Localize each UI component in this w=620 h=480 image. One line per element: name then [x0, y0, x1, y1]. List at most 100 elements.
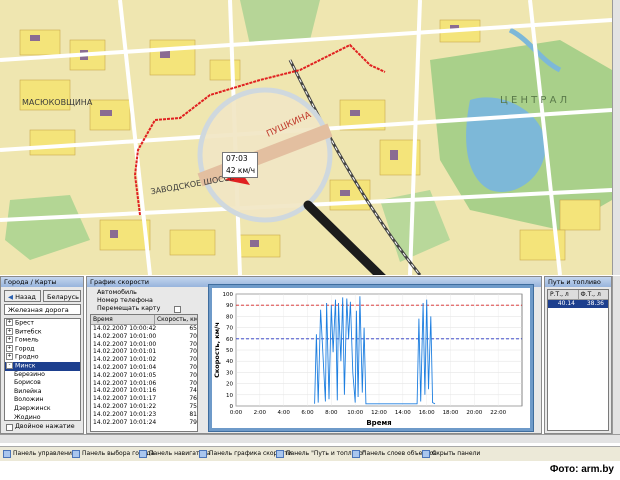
table-row[interactable]: 14.02.2007 10:01:16 74 [91, 387, 197, 395]
fuel-table[interactable]: Р.Т., л Ф.Т., л 40.14 38.36 [547, 289, 609, 431]
city-tree-item-label: Город [15, 345, 35, 353]
table-row[interactable]: 14.02.2007 10:01:23 81 [91, 411, 197, 419]
country-button[interactable]: Беларусь [43, 290, 81, 302]
city-tree[interactable]: + Брест + Витебск + Гомель + Город + Гродно - Минск… [4, 318, 81, 421]
expand-icon[interactable]: + [6, 327, 13, 335]
table-row[interactable]: 14.02.2007 10:00:42 65 [91, 325, 197, 333]
row-speed: 76 [189, 395, 197, 403]
photo-credit: Фото: arm.by [549, 464, 614, 475]
expand-icon[interactable]: + [6, 336, 13, 344]
expand-icon[interactable]: + [6, 353, 13, 361]
railway-layer-label: Железная дорога [8, 306, 69, 314]
city-tree-item-label: Борисов [14, 379, 41, 387]
table-row[interactable]: 14.02.2007 10:01:17 76 [91, 395, 197, 403]
row-time: 14.02.2007 10:01:22 [93, 402, 156, 410]
table-row[interactable]: 14.02.2007 10:01:06 70 [91, 380, 197, 388]
navigator-panel-icon [139, 449, 147, 458]
x-tick-label: 16:00 [419, 410, 435, 416]
table-row[interactable]: 14.02.2007 10:01:02 70 [91, 356, 197, 364]
row-time: 14.02.2007 10:01:24 [93, 418, 156, 426]
railway-layer-select[interactable]: Железная дорога [4, 304, 81, 315]
double-click-checkbox[interactable] [6, 424, 13, 431]
x-axis-label: Время [366, 419, 391, 427]
y-tick-label: 30 [226, 370, 233, 376]
city-tree-item[interactable]: + Гродно [5, 353, 80, 362]
speed-table[interactable]: Время Скорость, км/ч 14.02.2007 10:00:42… [90, 314, 198, 432]
row-speed: 65 [189, 325, 197, 332]
row-speed: 81 [189, 410, 197, 418]
move-map-checkbox[interactable] [174, 306, 181, 313]
city-panel-icon [72, 449, 80, 458]
row-speed: 79 [189, 418, 197, 426]
fuel-table-header: Р.Т., л Ф.Т., л [548, 290, 608, 300]
expand-icon[interactable]: + [6, 344, 13, 352]
table-row[interactable]: 14.02.2007 10:01:01 70 [91, 348, 197, 356]
fuel-panel-title: Путь и топливо [545, 277, 611, 287]
col-time: Время [91, 315, 155, 324]
speed-chart-frame: 0 10 20 30 40 50 60 70 80 90 100 0:00 2:00 4:00 6:00 8:… [208, 284, 534, 432]
table-row[interactable]: 14.02.2007 10:01:00 70 [91, 341, 197, 349]
expand-icon[interactable]: + [6, 319, 13, 326]
table-row[interactable]: 14.02.2007 10:01:00 70 [91, 333, 197, 341]
city-tree-item[interactable]: Воложин [5, 396, 80, 405]
back-button[interactable]: ◀ Назад [4, 290, 41, 302]
city-tree-items: + Брест + Витебск + Гомель + Город + Гродно - Минск… [5, 319, 80, 420]
y-axis-label: Скорость, км/ч [213, 322, 221, 378]
popup-time: 07:03 [226, 154, 248, 163]
toolbar-hide-panels[interactable]: Скрыть панели [422, 449, 480, 459]
city-tree-item-label: Витебск [15, 328, 42, 336]
speed-chart: 01020304050607080901000:00 2:00 4:00 6:00 8:… [212, 288, 530, 428]
fuel-panel-icon [276, 449, 284, 458]
table-row[interactable]: 14.02.2007 10:01:22 75 [91, 403, 197, 411]
table-row[interactable]: 14.02.2007 10:01:05 70 [91, 372, 197, 380]
country-button-label: Беларусь [47, 293, 79, 301]
city-tree-item[interactable]: + Гомель [5, 336, 80, 345]
y-tick-label: 40 [226, 359, 233, 365]
x-tick-label: 6:00 [301, 410, 314, 416]
table-row[interactable]: 14.02.2007 10:01:24 79 [91, 419, 197, 427]
city-tree-item[interactable]: + Город [5, 344, 80, 354]
city-tree-item-label: Вилейка [14, 387, 42, 395]
x-tick-label: 22:00 [490, 410, 506, 416]
map-label-district: МАСЮКОВЩИНА [22, 98, 93, 107]
y-tick-label: 20 [226, 382, 233, 388]
city-tree-item-label: Гомель [15, 336, 39, 344]
city-tree-item[interactable]: + Витебск [5, 327, 80, 337]
cities-panel: Города / Карты ◀ Назад Беларусь Железная… [0, 276, 84, 434]
row-time: 14.02.2007 10:01:01 [93, 348, 156, 356]
fuel-panel: Путь и топливо Р.Т., л Ф.Т., л 40.14 38.… [544, 276, 612, 434]
popup-speed: 42 км/ч [226, 166, 256, 175]
horizontal-scrollbar[interactable] [0, 434, 620, 443]
back-button-label: Назад [15, 293, 36, 301]
col-planned-fuel: Р.Т., л [548, 290, 579, 299]
city-tree-item[interactable]: Березино [5, 371, 80, 380]
city-tree-item[interactable]: Жодино [5, 414, 80, 420]
toolbar-control-panel[interactable]: Панель управления [3, 449, 76, 459]
y-tick-label: 80 [226, 314, 233, 320]
row-time: 14.02.2007 10:01:23 [93, 410, 156, 418]
row-time: 14.02.2007 10:01:00 [93, 340, 156, 348]
planned-fuel-value: 40.14 [557, 300, 575, 307]
table-row[interactable]: 14.02.2007 10:01:04 70 [91, 364, 197, 372]
city-tree-item[interactable]: - Минск [5, 361, 80, 371]
city-tree-item[interactable]: Борисов [5, 379, 80, 388]
panels-vertical-scrollbar[interactable] [612, 276, 620, 434]
back-arrow-icon: ◀ [8, 293, 13, 301]
city-tree-item[interactable]: Вилейка [5, 388, 80, 397]
city-tree-item-label: Воложин [14, 396, 44, 404]
city-tree-item[interactable]: Дзержинск [5, 405, 80, 414]
city-tree-item[interactable]: + Брест [5, 319, 80, 328]
collapse-icon[interactable]: - [6, 361, 13, 369]
city-tree-item-label: Березино [14, 370, 45, 378]
row-time: 14.02.2007 10:01:16 [93, 387, 156, 395]
city-tree-item-label: Гродно [15, 353, 39, 361]
hide-panels-icon [422, 449, 430, 458]
city-map[interactable]: МАСЮКОВЩИНА ЗАВОДСКОЕ ШОССЕ Ц Е Н Т Р А … [0, 0, 612, 275]
y-tick-label: 100 [223, 292, 234, 298]
move-map-label: Перемещать карту [97, 305, 161, 312]
double-click-label: Двойное нажатие [15, 423, 75, 430]
map-vertical-scrollbar[interactable] [612, 0, 620, 275]
x-tick-label: 8:00 [325, 410, 338, 416]
y-tick-label: 10 [226, 393, 233, 399]
toolbar-control-panel-label: Панель управления [13, 450, 76, 457]
